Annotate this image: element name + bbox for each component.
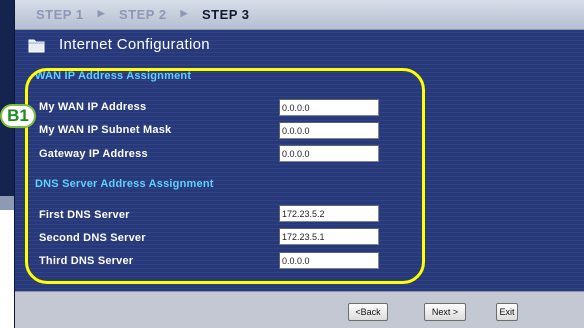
page-title: Internet Configuration — [59, 36, 210, 53]
folder-icon — [28, 39, 45, 52]
wizard-panel: STEP 1 ▶ STEP 2 ▶ STEP 3 Internet Config… — [14, 0, 584, 328]
triangle-right-icon: ▶ — [180, 8, 188, 18]
callout-highlight — [25, 68, 425, 284]
step-indicator: STEP 1 ▶ STEP 2 ▶ STEP 3 — [15, 0, 584, 30]
step-1: STEP 1 — [36, 7, 84, 22]
step-2: STEP 2 — [118, 7, 167, 22]
back-button[interactable]: <Back — [348, 303, 388, 321]
callout-label: B1 — [0, 104, 36, 128]
step-3: STEP 3 — [201, 7, 250, 22]
outer-frame-edge-bottom — [0, 196, 14, 210]
next-button[interactable]: Next > — [424, 303, 466, 321]
title-row: Internet Configuration — [28, 36, 210, 53]
triangle-right-icon: ▶ — [97, 8, 105, 18]
exit-button[interactable]: Exit — [496, 303, 518, 321]
